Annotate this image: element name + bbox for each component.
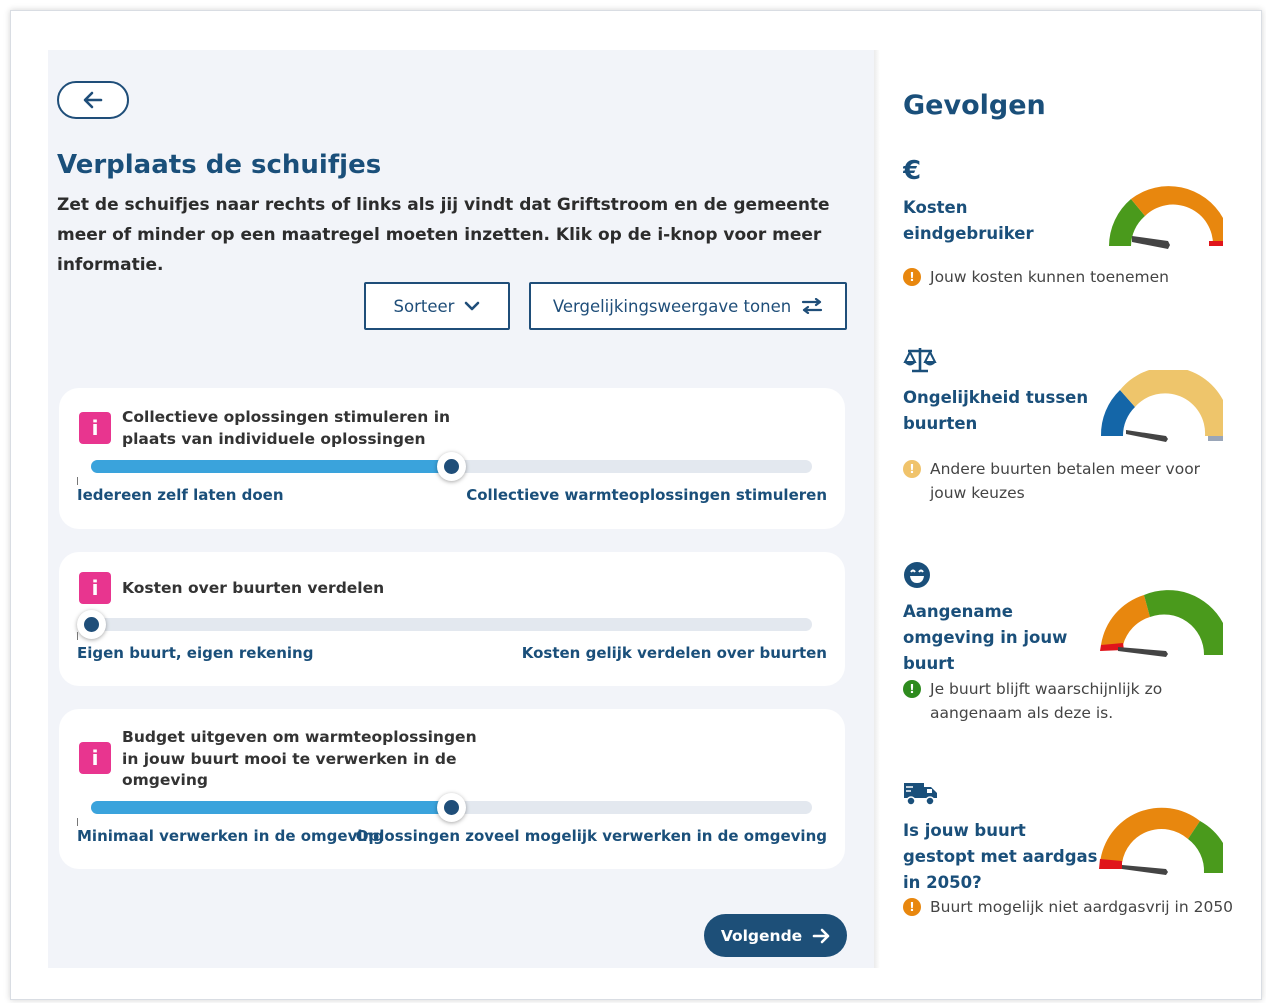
slider-right-label: Oplossingen zoveel mogelijk verwerken in… [355,827,827,845]
slider-title: Budget uitgeven om warmteoplossingen in … [122,728,477,789]
slider-card: i Collectieve oplossingen stimuleren in … [59,388,845,529]
truck-icon [904,783,937,806]
back-button[interactable] [57,81,129,119]
consequences-title: Gevolgen [903,90,1046,121]
slider-fill [91,801,452,814]
arrow-left-icon [83,91,103,109]
panel-divider [874,50,880,968]
info-icon[interactable]: i [79,412,111,444]
gauge-costs [1109,186,1223,249]
slider-card: i Budget uitgeven om warmteoplossingen i… [59,709,845,869]
consequence-title: Aangename omgeving in jouw buurt [903,602,1068,673]
slider-tick [77,477,78,485]
consequence-title: Ongelijkheid tussen buurten [903,388,1089,433]
consequence-title: Kosten eindgebruiker [903,198,1034,243]
sort-button-label: Sorteer [393,296,455,316]
check-icon: ! [903,680,921,698]
warning-icon: ! [903,898,921,916]
gauge-inequality [1100,370,1223,442]
slider-thumb[interactable] [76,610,106,639]
next-button[interactable]: Volgende [704,914,847,957]
consequence-note: ! Jouw kosten kunnen toenemen [903,265,1169,289]
slider-thumb[interactable] [437,793,466,822]
sliders-panel: Verplaats de schuifjes Zet de schuifjes … [48,50,874,968]
slider-left-label: Minimaal verwerken in de omgeving [77,827,384,845]
arrow-right-icon [812,928,830,943]
scale-icon [903,348,937,373]
gauge-natural-gas [1099,807,1223,875]
slider-left-label: Iedereen zelf laten doen [77,486,284,504]
slider-title: Collectieve oplossingen stimuleren in pl… [122,408,451,448]
consequence-title: Is jouw buurt gestopt met aardgas in 205… [903,821,1098,892]
slider-right-label: Kosten gelijk verdelen over buurten [521,644,827,662]
compare-view-button[interactable]: Vergelijkingsweergave tonen [529,282,847,330]
chevron-down-icon [465,301,480,311]
slider-track[interactable] [76,610,812,639]
slider-fill [91,460,452,473]
intro-text: Zet de schuifjes naar rechts of links al… [57,195,830,275]
svg-text:€: € [903,156,921,183]
slider-right-label: Collectieve warmteoplossingen stimuleren [466,486,827,504]
page-title: Verplaats de schuifjes [57,150,382,180]
slider-track[interactable] [91,452,812,481]
compare-view-label: Vergelijkingsweergave tonen [552,296,792,316]
slider-title: Kosten over buurten verdelen [122,579,385,597]
consequence-note: ! Andere buurten betalen meer voor jouw … [903,457,1223,505]
slider-card: i Kosten over buurten verdelen Eigen buu… [59,552,845,686]
warning-icon: ! [903,460,921,478]
warning-icon: ! [903,268,921,286]
sort-button[interactable]: Sorteer [364,282,510,330]
consequence-note: ! Buurt mogelijk niet aardgasvrij in 205… [903,895,1233,919]
euro-icon: € [903,156,921,183]
gauge-environment [1100,590,1223,657]
smile-icon [904,562,930,588]
consequence-note: ! Je buurt blijft waarschijnlijk zo aang… [903,677,1203,725]
slider-left-label: Eigen buurt, eigen rekening [77,644,314,662]
next-button-label: Volgende [720,926,803,945]
info-icon[interactable]: i [79,572,111,604]
slider-track[interactable] [91,793,812,822]
slider-tick [77,818,78,826]
slider-tick [77,632,78,640]
info-icon[interactable]: i [79,742,111,774]
swap-arrows-icon [802,298,823,314]
slider-thumb[interactable] [437,452,466,481]
